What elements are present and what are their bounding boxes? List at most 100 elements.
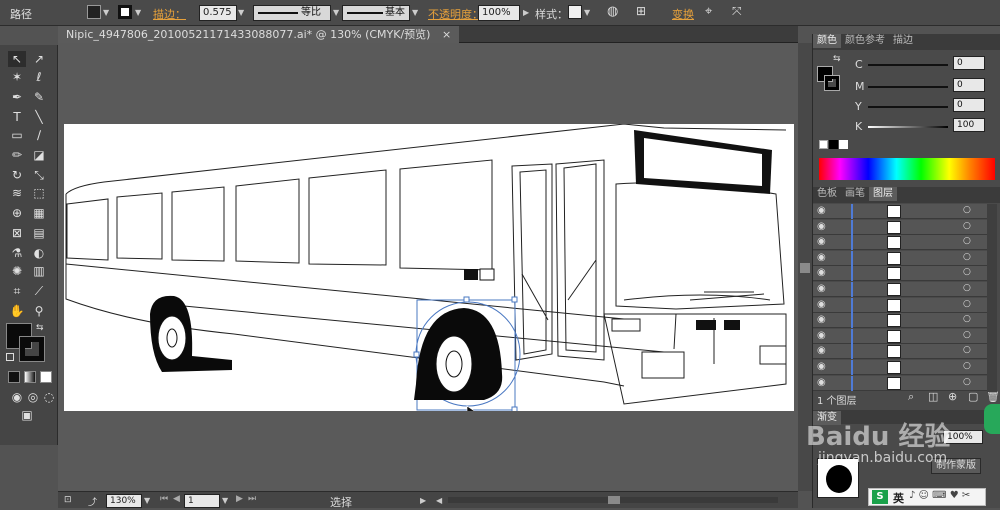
chevron-right-icon[interactable]: ▶: [420, 496, 426, 505]
channel-c-field[interactable]: 0: [953, 56, 985, 70]
channel-m-field[interactable]: 0: [953, 78, 985, 92]
artboard-tool-icon[interactable]: ⌗: [8, 283, 26, 299]
target-circle-icon[interactable]: ○: [963, 283, 971, 293]
tab-gradient[interactable]: 渐变: [813, 411, 841, 425]
layer-row[interactable]: ◉ ○: [813, 375, 988, 391]
channel-k-field[interactable]: 100: [953, 118, 985, 132]
channel-y-field[interactable]: 0: [953, 98, 985, 112]
chevron-down-icon[interactable]: ▼: [238, 8, 244, 17]
horizontal-scrollbar[interactable]: [448, 496, 778, 504]
lasso-icon[interactable]: ℓ: [30, 69, 48, 85]
symbol-sprayer-icon[interactable]: ✺: [8, 263, 26, 279]
direct-selection-tool-icon[interactable]: ↗: [30, 51, 48, 67]
target-circle-icon[interactable]: ○: [963, 221, 971, 231]
paintbrush-icon[interactable]: ∕: [30, 127, 48, 143]
target-circle-icon[interactable]: ○: [963, 267, 971, 277]
layer-row[interactable]: ◉ ○: [813, 313, 988, 329]
stroke-width-field[interactable]: 0.575: [199, 5, 237, 21]
target-circle-icon[interactable]: ○: [963, 252, 971, 262]
black-swatch[interactable]: [829, 140, 838, 149]
style-swatch[interactable]: [568, 5, 582, 19]
visibility-eye-icon[interactable]: ◉: [817, 252, 826, 263]
layer-row[interactable]: ◉ ○: [813, 266, 988, 282]
locate-object-icon[interactable]: ⌕: [908, 390, 914, 404]
magic-wand-icon[interactable]: ✶: [8, 69, 26, 85]
gradient-mode-icon[interactable]: [24, 371, 36, 383]
default-colors-icon[interactable]: [6, 353, 14, 361]
tab-brushes[interactable]: 画笔: [841, 187, 869, 201]
stroke-label[interactable]: 描边：: [153, 6, 186, 22]
scroll-thumb[interactable]: [608, 496, 620, 504]
floating-widget-icon[interactable]: [984, 404, 1000, 434]
layer-row[interactable]: ◉ ○: [813, 344, 988, 360]
align-icon[interactable]: ⊞: [636, 4, 646, 18]
layer-row[interactable]: ◉ ○: [813, 235, 988, 251]
artboard[interactable]: [64, 123, 794, 419]
line-tool-icon[interactable]: ╲: [30, 109, 48, 125]
eraser-icon[interactable]: ◪: [30, 147, 48, 163]
rectangle-tool-icon[interactable]: ▭: [8, 127, 26, 143]
tab-layers[interactable]: 图层: [869, 187, 897, 201]
stroke-color-box[interactable]: [19, 336, 45, 362]
layer-row[interactable]: ◉ ○: [813, 328, 988, 344]
screen-mode-icon[interactable]: ▣: [18, 407, 36, 423]
chevron-down-icon[interactable]: ▼: [584, 8, 590, 17]
chevron-down-icon[interactable]: ▼: [222, 496, 228, 505]
layer-row[interactable]: ◉ ○: [813, 282, 988, 297]
isolate-icon[interactable]: ⌖: [705, 4, 712, 19]
last-artboard-icon[interactable]: ⏭: [248, 494, 256, 504]
zoom-tool-icon[interactable]: ⚲: [30, 303, 48, 319]
transparency-opacity-field[interactable]: 100%: [943, 430, 983, 444]
target-circle-icon[interactable]: ○: [963, 345, 971, 355]
layer-row[interactable]: ◉ ○: [813, 219, 988, 235]
ime-logo-icon[interactable]: S: [872, 490, 888, 504]
channel-c-slider[interactable]: [868, 64, 948, 66]
opacity-field[interactable]: 100%: [478, 5, 520, 21]
visibility-eye-icon[interactable]: ◉: [817, 236, 826, 247]
stroke-profile-dropdown[interactable]: 等比: [253, 5, 331, 21]
swap-colors-icon[interactable]: ⇆: [36, 323, 44, 333]
none-swatch[interactable]: [819, 140, 828, 149]
visibility-eye-icon[interactable]: ◉: [817, 314, 826, 325]
visibility-eye-icon[interactable]: ◉: [817, 361, 826, 372]
chevron-right-icon[interactable]: ▶: [523, 8, 529, 17]
vertical-scrollbar[interactable]: [798, 43, 812, 491]
perspective-grid-icon[interactable]: ▦: [30, 205, 48, 221]
first-artboard-icon[interactable]: ⏮: [160, 494, 168, 504]
status-icon[interactable]: ⊡: [64, 495, 72, 505]
free-transform-icon[interactable]: ⬚: [30, 185, 48, 201]
draw-inside-icon[interactable]: ◌: [40, 389, 58, 405]
chevron-down-icon[interactable]: ▼: [333, 8, 339, 17]
hand-tool-icon[interactable]: ✋: [8, 303, 26, 319]
pencil-icon[interactable]: ✏: [8, 147, 26, 163]
close-icon[interactable]: ×: [442, 28, 451, 41]
shape-builder-icon[interactable]: ⊕: [8, 205, 26, 221]
fill-swatch[interactable]: [87, 5, 101, 19]
pen-tool-icon[interactable]: ✒: [8, 89, 26, 105]
slice-tool-icon[interactable]: ⟋: [30, 283, 48, 299]
bus-illustration[interactable]: [64, 123, 794, 419]
brush-dropdown[interactable]: 基本: [342, 5, 410, 21]
document-tab[interactable]: Nipic_4947806_20100521171433088077.ai* @…: [58, 26, 460, 43]
zoom-field[interactable]: 130%: [106, 494, 142, 508]
visibility-eye-icon[interactable]: ◉: [817, 299, 826, 310]
rotate-tool-icon[interactable]: ↻: [8, 167, 26, 183]
selection-tool-icon[interactable]: ↖: [8, 51, 26, 67]
visibility-eye-icon[interactable]: ◉: [817, 377, 826, 388]
none-mode-icon[interactable]: [40, 371, 52, 383]
transform-options-icon[interactable]: ⤧: [732, 4, 742, 19]
tab-color[interactable]: 颜色: [813, 34, 841, 48]
target-circle-icon[interactable]: ○: [963, 236, 971, 246]
make-mask-button[interactable]: 制作蒙版: [931, 458, 981, 474]
tab-color-guide[interactable]: 颜色参考: [841, 34, 889, 48]
chevron-left-icon[interactable]: ◀: [436, 496, 442, 505]
channel-y-slider[interactable]: [868, 106, 948, 108]
mesh-tool-icon[interactable]: ⊠: [8, 225, 26, 241]
target-circle-icon[interactable]: ○: [963, 377, 971, 387]
target-circle-icon[interactable]: ○: [963, 299, 971, 309]
visibility-eye-icon[interactable]: ◉: [817, 205, 826, 216]
layers-scrollbar[interactable]: [987, 204, 997, 392]
swap-colors-icon[interactable]: ⇆: [833, 54, 841, 64]
color-panel-stroke[interactable]: [824, 75, 840, 91]
visibility-eye-icon[interactable]: ◉: [817, 345, 826, 356]
